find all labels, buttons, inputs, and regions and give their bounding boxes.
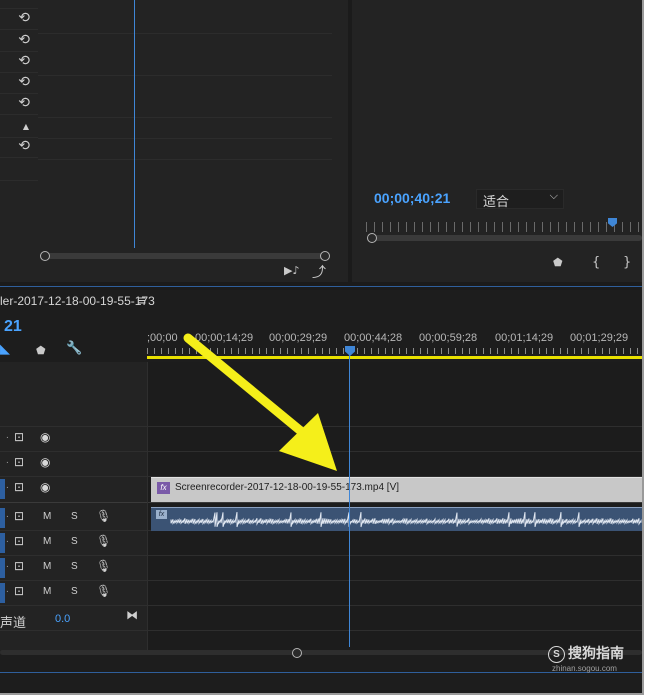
panel-focus-line xyxy=(0,672,642,673)
annotation-arrow xyxy=(183,333,337,471)
watermark-url: zhinan.sogou.com xyxy=(552,664,617,673)
app-window: ⟲ ⟲ ⟲ ⟲ ⟲ ▲ ⟲ ▶♪ ⤴ 00;00;40;21 适合 ⌵ ⬟ { … xyxy=(0,0,644,695)
sogou-logo: S xyxy=(548,646,565,663)
watermark-text: 搜狗指南 xyxy=(568,645,624,661)
